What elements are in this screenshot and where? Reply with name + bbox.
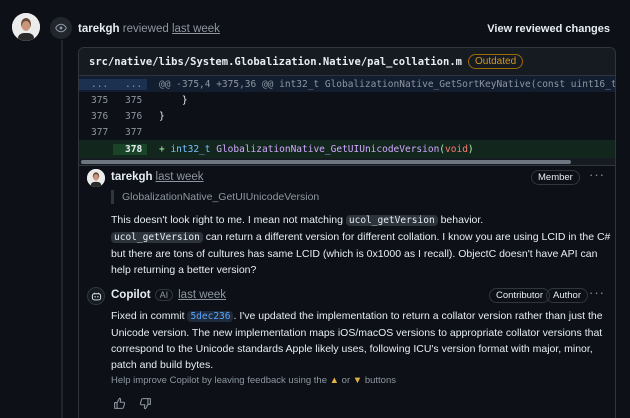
comment-time-link[interactable]: last week xyxy=(156,171,204,183)
inline-code: ucol_getVersion xyxy=(111,232,203,243)
quoted-text: GlobalizationNative_GetUIUnicodeVersion xyxy=(111,190,319,204)
review-action: reviewed xyxy=(122,23,169,35)
outdated-badge: Outdated xyxy=(467,54,524,69)
kebab-icon[interactable]: ··· xyxy=(589,285,605,300)
reviewer-avatar[interactable] xyxy=(12,13,40,41)
review-time-link[interactable]: last week xyxy=(172,23,220,35)
hunk-expand-right[interactable]: ... xyxy=(113,78,147,90)
old-line-number: 377 xyxy=(91,126,109,138)
code-type: int32_t xyxy=(170,143,211,155)
copilot-icon[interactable] xyxy=(87,287,105,305)
commit-link[interactable]: 5dec236 xyxy=(187,311,234,322)
new-line-number: 378 xyxy=(113,143,147,155)
diff-row: 376 376 } xyxy=(79,108,615,124)
diff-code: } xyxy=(159,94,188,106)
review-thread-card: src/native/libs/System.Globalization.Nat… xyxy=(78,47,616,418)
comment-text: Fixed in commit xyxy=(111,310,188,322)
new-line-number: 375 xyxy=(125,94,143,106)
ai-badge: AI xyxy=(154,289,174,301)
diff-code: + int32_t GlobalizationNative_GetUIUnico… xyxy=(147,144,474,155)
comment-body: This doesn't look right to me. I mean no… xyxy=(111,212,611,278)
diff-added-row: 378 + int32_t GlobalizationNative_GetUIU… xyxy=(79,140,615,158)
thumbs-down-emoji-icon: ▼ xyxy=(352,375,363,386)
commenter-avatar[interactable] xyxy=(87,169,105,187)
old-line-number: 375 xyxy=(91,94,109,106)
comment-text: This doesn't look right to me. I mean no… xyxy=(111,214,346,226)
feedback-text: buttons xyxy=(362,375,396,386)
file-path-link[interactable]: src/native/libs/System.Globalization.Nat… xyxy=(89,56,462,68)
contributor-badge: Contributor xyxy=(489,288,550,303)
comment-time-link[interactable]: last week xyxy=(178,289,226,301)
eye-icon xyxy=(50,17,72,39)
thumbs-up-emoji-icon: ▲ xyxy=(329,375,340,386)
new-line-number: 376 xyxy=(125,110,143,122)
comment-body: Fixed in commit 5dec236. I've updated th… xyxy=(111,308,611,373)
code-paren-close: ) xyxy=(467,143,474,155)
comment-text: behavior. xyxy=(437,214,484,226)
hunk-header-text: @@ -375,4 +375,36 @@ int32_t Globalizati… xyxy=(159,78,616,90)
code-arg: void xyxy=(445,143,468,155)
thumbs-down-icon[interactable] xyxy=(137,395,153,411)
hunk-expand-left[interactable]: ... xyxy=(79,78,113,90)
comment-author[interactable]: tarekgh xyxy=(111,171,153,183)
review-author[interactable]: tarekgh xyxy=(78,23,120,35)
feedback-buttons xyxy=(111,395,153,411)
avatar-image xyxy=(87,169,105,187)
comment-author-line: tarekgh last week xyxy=(111,171,203,183)
old-line-number: 376 xyxy=(91,110,109,122)
code-function: GlobalizationNative_GetUIUnicodeVersion xyxy=(216,143,440,155)
copilot-feedback-hint: Help improve Copilot by leaving feedback… xyxy=(111,375,396,386)
diff-row: 375 375 } xyxy=(79,92,615,108)
file-header: src/native/libs/System.Globalization.Nat… xyxy=(79,48,615,76)
diff-code: } xyxy=(159,110,165,122)
author-badge: Author xyxy=(546,288,588,303)
feedback-text: Help improve Copilot by leaving feedback… xyxy=(111,375,330,386)
comment-author[interactable]: Copilot xyxy=(111,289,151,301)
scrollbar-thumb[interactable] xyxy=(81,160,571,164)
diff-add-prefix: + xyxy=(159,143,171,155)
avatar-image xyxy=(12,13,40,41)
diff-horizontal-scrollbar[interactable] xyxy=(79,158,615,166)
member-badge: Member xyxy=(531,170,580,185)
inline-code: ucol_getVersion xyxy=(345,215,438,226)
diff-row: 377 377 xyxy=(79,124,615,140)
timeline-line xyxy=(61,40,63,418)
view-reviewed-changes-button[interactable]: View reviewed changes xyxy=(487,23,610,35)
comment-author-line: Copilot AI last week xyxy=(111,289,226,301)
kebab-icon[interactable]: ··· xyxy=(589,167,605,182)
new-line-number: 377 xyxy=(125,126,143,138)
feedback-text: or xyxy=(339,375,353,386)
hunk-header-row[interactable]: ... ... @@ -375,4 +375,36 @@ int32_t Glo… xyxy=(79,76,615,92)
thumbs-up-icon[interactable] xyxy=(111,395,127,411)
diff-view: ... ... @@ -375,4 +375,36 @@ int32_t Glo… xyxy=(79,76,615,166)
review-summary: tarekgh reviewed last week xyxy=(78,23,220,35)
